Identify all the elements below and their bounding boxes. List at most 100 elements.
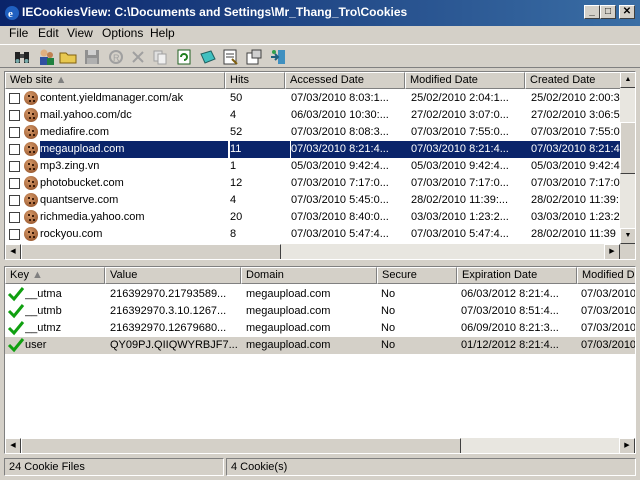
cell-created: 07/03/2010 7:17:0: [531, 177, 620, 189]
row-checkbox[interactable]: [9, 127, 20, 138]
scroll-right-icon[interactable]: ▶: [604, 244, 620, 259]
row-checkbox[interactable]: [9, 161, 20, 172]
menu-view[interactable]: View: [67, 26, 93, 40]
block-icon[interactable]: [198, 47, 218, 67]
close-button[interactable]: ✕: [619, 5, 635, 19]
table-row[interactable]: __utmz 216392970.12679680... megaupload.co…: [5, 320, 635, 337]
cookie-icon: [24, 108, 38, 122]
cell-modified: 28/02/2010 11:39:...: [411, 194, 509, 206]
cell-accessed: 05/03/2010 9:42:4...: [291, 160, 389, 172]
cookie-icon: [24, 210, 38, 224]
table-row[interactable]: __utmb 216392970.3.10.1267... megaupload.c…: [5, 303, 635, 320]
col-header-expiration[interactable]: Expiration Date: [457, 267, 577, 284]
table-row[interactable]: content.yieldmanager.com/ak 50 07/03/2010 …: [5, 90, 620, 107]
check-icon: [7, 321, 25, 336]
table-row[interactable]: mp3.zing.vn 1 05/03/2010 9:42:4... 05/03/20…: [5, 158, 620, 175]
cell-domain: megaupload.com: [246, 339, 331, 351]
col-header-value[interactable]: Value: [105, 267, 241, 284]
table-row[interactable]: megaupload.com 11 07/03/2010 8:21:4... 07/0…: [5, 141, 628, 158]
cell-modified: 07/03/2010: [581, 339, 636, 351]
folder-icon[interactable]: [58, 47, 78, 67]
table-row[interactable]: rockyou.com 8 07/03/2010 5:47:4... 07/03/20…: [5, 226, 620, 243]
cell-modified: 07/03/2010 5:47:4...: [411, 228, 509, 240]
sites-hscrollbar[interactable]: ◀ ▶: [5, 244, 620, 259]
scroll-thumb[interactable]: [21, 244, 281, 259]
exit-icon[interactable]: [268, 47, 288, 67]
scroll-right-icon[interactable]: ▶: [619, 438, 635, 453]
scroll-left-icon[interactable]: ◀: [5, 244, 21, 259]
refresh-icon[interactable]: [174, 47, 194, 67]
copy-icon[interactable]: [150, 47, 170, 67]
cell-key: __utmb: [25, 305, 62, 317]
options-icon[interactable]: [244, 47, 264, 67]
table-row[interactable]: mediafire.com 52 07/03/2010 8:08:3... 07/03…: [5, 124, 620, 141]
table-row[interactable]: quantserve.com 4 07/03/2010 5:45:0... 28/02…: [5, 192, 620, 209]
cell-accessed: 07/03/2010 5:47:4...: [291, 228, 389, 240]
scroll-down-icon[interactable]: ▼: [620, 228, 635, 244]
cell-domain: megaupload.com: [246, 288, 331, 300]
sites-vscrollbar[interactable]: ▲ ▼: [620, 72, 635, 244]
scroll-thumb[interactable]: [21, 438, 461, 453]
properties-icon[interactable]: [220, 47, 240, 67]
cell-hits: 4: [230, 194, 237, 206]
cell-hits: 8: [230, 228, 237, 240]
scroll-corner: [620, 244, 635, 259]
cell-accessed: 07/03/2010 8:08:3...: [291, 126, 389, 138]
col-header-created[interactable]: Created Date: [525, 72, 621, 89]
scroll-up-icon[interactable]: ▲: [620, 72, 635, 88]
cell-modified: 07/03/2010 7:55:0...: [411, 126, 509, 138]
cell-secure: No: [381, 288, 396, 300]
table-row[interactable]: richmedia.yahoo.com 20 07/03/2010 8:40:0..…: [5, 209, 620, 226]
menu-file[interactable]: File: [9, 26, 28, 40]
row-checkbox[interactable]: [9, 144, 20, 155]
col-header-secure[interactable]: Secure: [377, 267, 457, 284]
minimize-button[interactable]: _: [584, 5, 600, 19]
col-header-modified[interactable]: Modified Date: [405, 72, 525, 89]
binoculars-icon[interactable]: [12, 47, 32, 67]
row-checkbox[interactable]: [9, 229, 20, 240]
cell-created: 25/02/2010 2:00:3: [531, 92, 620, 104]
menu-options[interactable]: Options: [102, 26, 143, 40]
col-header-website[interactable]: Web site ▲: [5, 72, 225, 89]
cell-hits: 20: [230, 211, 243, 223]
save-icon[interactable]: [82, 47, 102, 67]
scroll-left-icon[interactable]: ◀: [5, 438, 21, 453]
cell-site: megaupload.com: [40, 141, 228, 158]
row-checkbox[interactable]: [9, 212, 20, 223]
people-icon[interactable]: [36, 47, 56, 67]
cell-hits: 12: [230, 177, 243, 189]
reload-icon[interactable]: R: [106, 47, 126, 67]
col-header-domain[interactable]: Domain: [241, 267, 377, 284]
row-checkbox[interactable]: [9, 195, 20, 206]
cell-modified: 07/03/2010 7:17:0...: [411, 177, 509, 189]
pane-splitter[interactable]: [0, 260, 640, 265]
table-row[interactable]: user QY09PJ.QIIQWYRBJF7... megaupload.com N…: [5, 337, 636, 354]
table-row[interactable]: photobucket.com 12 07/03/2010 7:17:0... 07/…: [5, 175, 620, 192]
table-row[interactable]: mail.yahoo.com/dc 4 06/03/2010 10:30:... 27…: [5, 107, 620, 124]
row-checkbox[interactable]: [9, 110, 20, 121]
cell-accessed: 07/03/2010 7:17:0...: [291, 177, 389, 189]
col-header-cookie-modified[interactable]: Modified Da: [577, 267, 635, 284]
col-header-accessed[interactable]: Accessed Date: [285, 72, 405, 89]
cookies-hscrollbar[interactable]: ◀ ▶: [5, 438, 635, 453]
col-header-hits[interactable]: Hits: [225, 72, 285, 89]
delete-icon[interactable]: [128, 47, 148, 67]
scroll-thumb[interactable]: [620, 122, 635, 174]
cookie-icon: [24, 91, 38, 105]
menu-help[interactable]: Help: [150, 26, 175, 40]
row-checkbox[interactable]: [9, 178, 20, 189]
menu-edit[interactable]: Edit: [38, 26, 59, 40]
table-row[interactable]: __utma 216392970.21793589... megaupload.co…: [5, 286, 635, 303]
cell-expiration: 06/09/2010 8:21:3...: [461, 322, 559, 334]
cell-accessed: 07/03/2010 8:21:4...: [291, 141, 411, 158]
maximize-button[interactable]: □: [600, 5, 616, 19]
cell-modified: 03/03/2010 1:23:2...: [411, 211, 509, 223]
cell-site: content.yieldmanager.com/ak: [40, 92, 184, 104]
cell-site: mp3.zing.vn: [40, 160, 100, 172]
row-checkbox[interactable]: [9, 93, 20, 104]
cell-modified: 25/02/2010 2:04:1...: [411, 92, 509, 104]
col-header-key[interactable]: Key ▲: [5, 267, 105, 284]
cell-domain: megaupload.com: [246, 322, 331, 334]
cell-created: 07/03/2010 7:55:0: [531, 126, 620, 138]
cookie-icon: [24, 176, 38, 190]
